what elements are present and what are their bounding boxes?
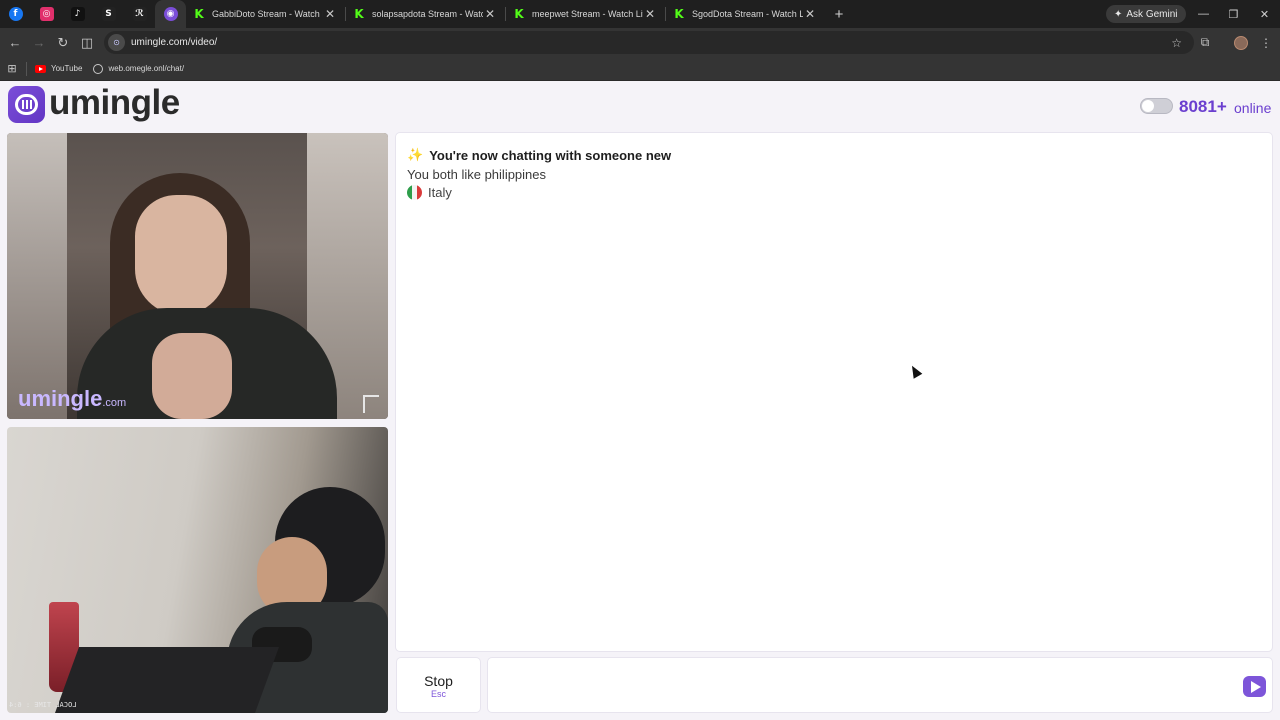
online-label: online: [1234, 100, 1272, 116]
common-interests: You both like philippines: [407, 167, 547, 182]
tab-title: GabbiDoto Stream - Watch Live: [212, 9, 323, 19]
pinned-tab-instagram[interactable]: ◎: [31, 0, 62, 28]
tab-meepwet[interactable]: K meepwet Stream - Watch Live o ✕: [506, 0, 665, 28]
facebook-icon: f: [8, 7, 23, 21]
chat-status-message: ✨ You're now chatting with someone new: [407, 147, 671, 163]
tab-title: SgodDota Stream - Watch Live: [692, 9, 803, 19]
close-icon[interactable]: ✕: [323, 7, 337, 21]
cast-icon[interactable]: ⧉: [1191, 28, 1219, 57]
url-text: umingle.com/video/: [131, 37, 218, 48]
avatar: [1234, 35, 1248, 50]
stranger-country: Italy: [407, 185, 452, 200]
desk: [54, 647, 280, 713]
ask-gemini-button[interactable]: ✦ Ask Gemini: [1106, 5, 1186, 23]
stop-label: Stop: [424, 673, 453, 689]
tiktok-icon: ♪: [70, 7, 85, 21]
app-icon: ℛ: [132, 7, 147, 21]
bookmark-youtube[interactable]: YouTube: [35, 64, 82, 73]
s-app-icon: S: [101, 7, 116, 21]
browser-tab-bar: f ◎ ♪ S ℛ ◉ K GabbiDoto Stream - Watch L…: [0, 0, 1280, 28]
profile-avatar[interactable]: [1227, 28, 1255, 57]
person-hands: [152, 333, 232, 419]
site-info-icon[interactable]: ⊙: [108, 34, 125, 51]
pinned-tab-tiktok[interactable]: ♪: [62, 0, 93, 28]
self-video: LOCAL TIME : 6:4: [7, 427, 388, 713]
bookmark-label: web.omegle.onl/chat/: [108, 64, 185, 73]
video-background-wall: [7, 133, 67, 419]
pinned-tab-facebook[interactable]: f: [0, 0, 31, 28]
pinned-tabs: f ◎ ♪ S ℛ ◉: [0, 0, 186, 28]
tab-title: meepwet Stream - Watch Live o: [532, 9, 643, 19]
local-time-overlay: LOCAL TIME : 6:4: [9, 701, 77, 709]
site-header: umingle 8081+ online: [0, 81, 1280, 132]
tab-solapsapdota[interactable]: K solapsapdota Stream - Watch L ✕: [346, 0, 505, 28]
person-face: [135, 195, 227, 315]
pinned-tab-app[interactable]: ℛ: [124, 0, 155, 28]
bookmark-label: YouTube: [51, 64, 83, 73]
message-box: [487, 657, 1273, 713]
theme-toggle[interactable]: [1140, 98, 1173, 114]
chat-panel: ✨ You're now chatting with someone new Y…: [395, 132, 1273, 652]
umingle-tab-icon: ◉: [163, 7, 178, 21]
pinned-tab-umingle[interactable]: ◉: [155, 0, 186, 28]
stop-shortcut: Esc: [430, 689, 446, 699]
kick-icon: K: [194, 7, 204, 21]
forward-icon[interactable]: →: [27, 31, 51, 55]
watermark-text: umingle: [18, 386, 103, 411]
tab-gabbidoto[interactable]: K GabbiDoto Stream - Watch Live ✕: [186, 0, 345, 28]
message-input[interactable]: [488, 658, 1208, 712]
reload-icon[interactable]: ↻: [51, 31, 75, 55]
site-logo-text[interactable]: umingle: [49, 83, 180, 123]
chat-bubble-icon: [15, 94, 38, 115]
chat-status-text: You're now chatting with someone new: [429, 147, 672, 163]
back-icon[interactable]: ←: [3, 31, 27, 55]
globe-icon: [93, 63, 104, 74]
restore-icon[interactable]: ❐: [1218, 0, 1249, 28]
watermark-suffix: .com: [102, 397, 127, 409]
divider: [26, 61, 27, 76]
youtube-icon: [35, 64, 46, 73]
send-button[interactable]: [1243, 676, 1266, 697]
report-flag-icon[interactable]: [363, 395, 379, 413]
instagram-icon: ◎: [39, 7, 54, 21]
close-icon[interactable]: ✕: [483, 7, 497, 21]
new-tab-button[interactable]: +: [825, 6, 853, 23]
stranger-video: umingle.com: [7, 133, 388, 419]
sparkle-icon: ✨: [407, 147, 424, 162]
menu-kebab-icon[interactable]: ⋮: [1252, 28, 1280, 57]
kick-icon: K: [514, 7, 524, 21]
country-name: Italy: [428, 185, 452, 200]
apps-grid-icon[interactable]: ⊞: [0, 62, 24, 75]
bookmark-star-icon[interactable]: ☆: [1171, 36, 1182, 50]
address-bar[interactable]: ⊙ umingle.com/video/ ☆: [104, 31, 1194, 54]
stop-button[interactable]: Stop Esc: [396, 657, 481, 713]
online-count: 8081+: [1179, 97, 1227, 116]
umingle-page: umingle 8081+ online umingle.com LOCAL T…: [0, 81, 1280, 720]
close-icon[interactable]: ✕: [803, 7, 817, 21]
kick-icon: K: [674, 7, 684, 21]
pinned-tab-s-app[interactable]: S: [93, 0, 124, 28]
sparkle-icon: ✦: [1114, 8, 1123, 20]
browser-toolbar: ← → ↻ ◫ ⊙ umingle.com/video/ ☆ ⧉ ⋮: [0, 28, 1280, 57]
kick-icon: K: [354, 7, 364, 21]
side-panel-icon[interactable]: ◫: [75, 31, 99, 55]
window-close-icon[interactable]: ✕: [1249, 0, 1280, 28]
tab-sgoddota[interactable]: K SgodDota Stream - Watch Live ✕: [666, 0, 825, 28]
bookmarks-bar: ⊞ YouTube web.omegle.onl/chat/: [0, 57, 1280, 81]
close-icon[interactable]: ✕: [643, 7, 657, 21]
tab-title: solapsapdota Stream - Watch L: [372, 9, 483, 19]
video-watermark: umingle.com: [18, 386, 126, 412]
ask-gemini-label: Ask Gemini: [1126, 8, 1178, 20]
minimize-icon[interactable]: —: [1188, 0, 1219, 28]
bookmark-omegle[interactable]: web.omegle.onl/chat/: [93, 63, 185, 74]
umingle-logo-icon[interactable]: [8, 86, 45, 123]
italy-flag-icon: [407, 185, 422, 200]
